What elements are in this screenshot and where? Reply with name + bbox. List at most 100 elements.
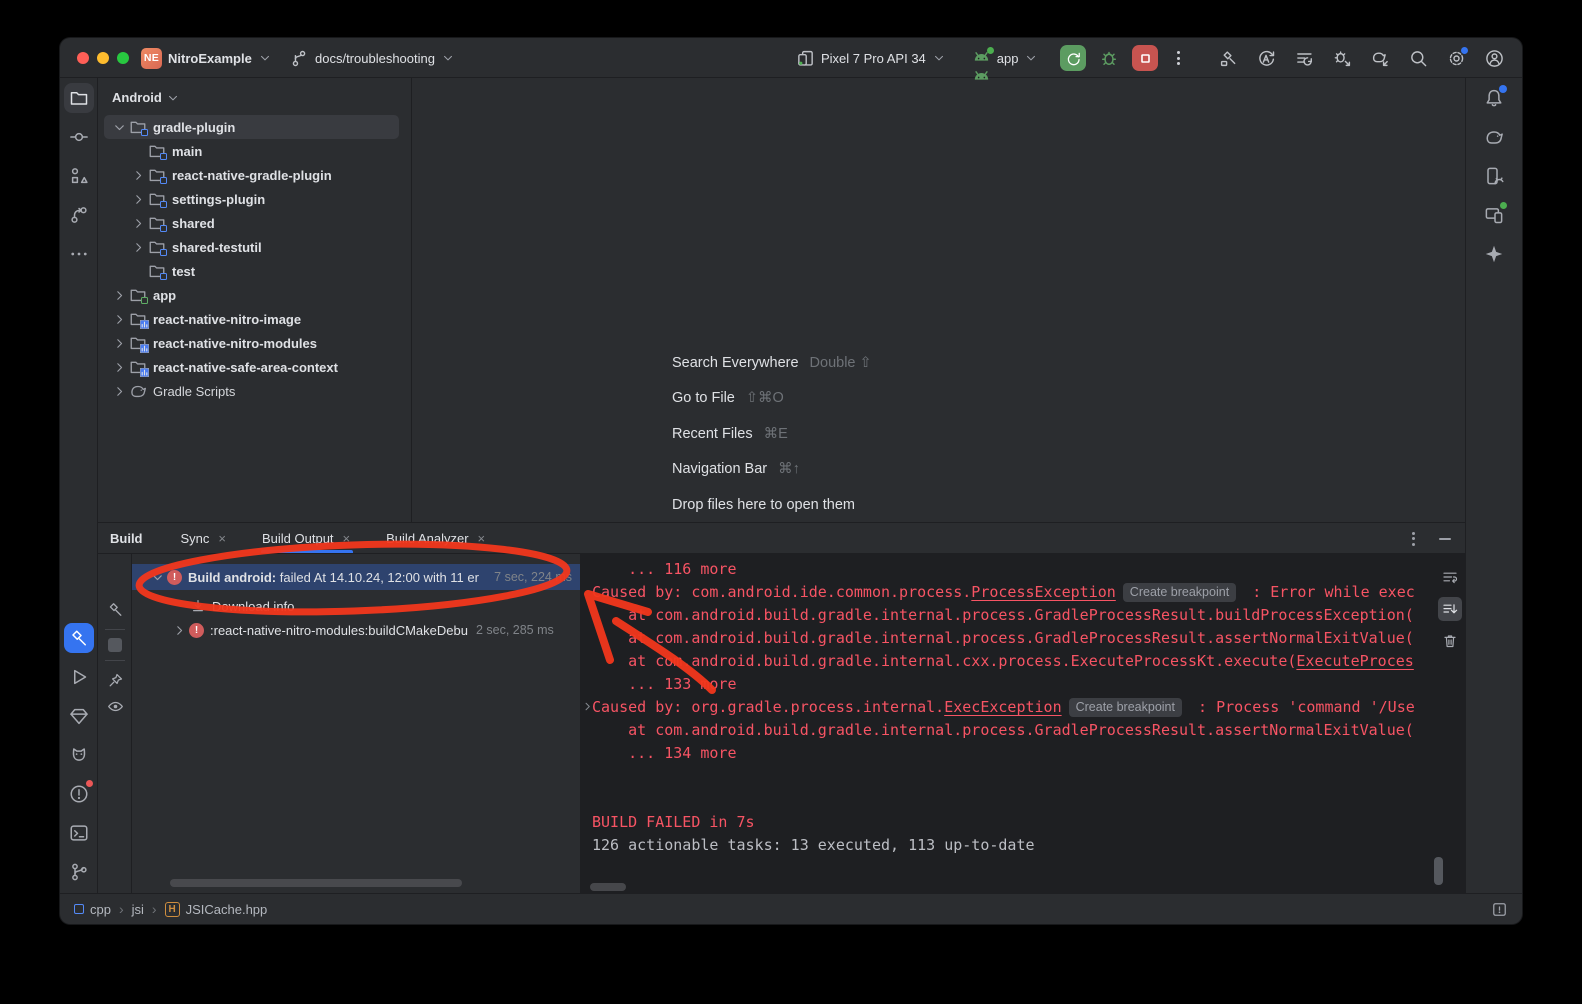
tool-stripe-version-control-icon[interactable] bbox=[64, 857, 94, 887]
project-tree-item-react-native-safe-area-context[interactable]: react-native-safe-area-context bbox=[98, 355, 411, 379]
tab-sync[interactable]: Sync× bbox=[181, 523, 227, 553]
build-tree-row[interactable]: !:react-native-nitro-modules:buildCMakeD… bbox=[132, 618, 580, 642]
gradle-sync-icon[interactable] bbox=[1371, 49, 1390, 68]
project-widget[interactable]: NE NitroExample bbox=[141, 38, 272, 78]
project-tree-item-gradle-plugin[interactable]: gradle-plugin bbox=[98, 115, 411, 139]
branch-widget[interactable]: docs/troubleshooting bbox=[290, 38, 455, 78]
breadcrumb-item[interactable]: cpp bbox=[74, 902, 111, 917]
stop-build-icon[interactable] bbox=[108, 638, 122, 652]
tool-stripe-gemini-icon[interactable] bbox=[1479, 239, 1509, 269]
build-tree-row[interactable]: !Build android: failed At 14.10.24, 12:0… bbox=[132, 564, 580, 590]
project-tree-item-test[interactable]: test bbox=[98, 259, 411, 283]
project-tree-item-shared-testutil[interactable]: shared-testutil bbox=[98, 235, 411, 259]
breadcrumb-label: cpp bbox=[90, 902, 111, 917]
chevron-right-icon[interactable] bbox=[112, 335, 129, 351]
chevron-right-icon[interactable] bbox=[131, 167, 148, 183]
tool-stripe-run-icon[interactable] bbox=[64, 662, 94, 692]
tool-stripe-build-icon[interactable] bbox=[64, 623, 94, 653]
fold-chevron-icon[interactable] bbox=[581, 700, 594, 713]
breadcrumb-item[interactable]: jsi bbox=[132, 902, 144, 917]
tool-stripe-device-manager-icon[interactable] bbox=[1479, 161, 1509, 191]
breadcrumb-item[interactable]: HJSICache.hpp bbox=[165, 902, 268, 917]
screenshot-root: NE NitroExample docs/troubleshooting Pix… bbox=[0, 0, 1582, 1004]
project-tree-item-shared[interactable]: shared bbox=[98, 211, 411, 235]
create-breakpoint-badge[interactable]: Create breakpoint bbox=[1123, 583, 1236, 602]
account-icon[interactable] bbox=[1485, 49, 1504, 68]
tool-stripe-terminal-icon[interactable] bbox=[64, 818, 94, 848]
exception-link[interactable]: ExecException bbox=[944, 698, 1061, 716]
scroll-to-end-icon[interactable] bbox=[1438, 597, 1462, 621]
console-text: : Error while exec bbox=[1243, 583, 1415, 601]
git-branch-icon bbox=[290, 49, 309, 68]
tool-stripe-running-devices-icon[interactable] bbox=[1479, 200, 1509, 230]
chevron-right-icon[interactable] bbox=[172, 623, 189, 638]
project-tree-item-settings-plugin[interactable]: settings-plugin bbox=[98, 187, 411, 211]
more-actions-icon[interactable] bbox=[1173, 47, 1184, 69]
view-options-icon[interactable] bbox=[102, 693, 128, 719]
close-button[interactable] bbox=[77, 52, 89, 64]
project-view-selector[interactable]: Android bbox=[98, 78, 411, 115]
vertical-scrollbar[interactable] bbox=[1434, 857, 1443, 885]
restart-build-icon[interactable] bbox=[102, 596, 128, 622]
project-tree-item-react-native-nitro-modules[interactable]: react-native-nitro-modules bbox=[98, 331, 411, 355]
close-tab-icon[interactable]: × bbox=[218, 532, 226, 545]
rerun-tasks-icon[interactable] bbox=[1295, 49, 1314, 68]
build-tree-label: :react-native-nitro-modules:buildCMakeDe… bbox=[210, 623, 468, 638]
build-project-icon[interactable] bbox=[1219, 49, 1238, 68]
project-tree-item-gradle-scripts[interactable]: Gradle Scripts bbox=[98, 379, 411, 403]
tool-stripe-gradle-icon[interactable] bbox=[1479, 122, 1509, 152]
tool-stripe-logcat-icon[interactable] bbox=[64, 740, 94, 770]
pin-tab-icon[interactable] bbox=[102, 667, 128, 693]
chevron-right-icon[interactable] bbox=[131, 191, 148, 207]
search-icon[interactable] bbox=[1409, 49, 1428, 68]
report-icon[interactable] bbox=[1491, 894, 1508, 924]
shortcut-keys: Double ⇧ bbox=[810, 355, 872, 371]
hide-tool-window-icon[interactable] bbox=[1439, 538, 1451, 540]
close-tab-icon[interactable]: × bbox=[343, 532, 351, 545]
exception-link[interactable]: ExecuteProces bbox=[1296, 652, 1413, 670]
chevron-right-icon[interactable] bbox=[112, 359, 129, 375]
run-config-selector[interactable]: app bbox=[972, 38, 1039, 78]
tool-stripe-app-quality-insights-icon[interactable] bbox=[64, 701, 94, 731]
attach-debugger-icon[interactable] bbox=[1333, 49, 1352, 68]
stop-button[interactable] bbox=[1132, 45, 1158, 71]
tool-stripe-commit-icon[interactable] bbox=[64, 122, 94, 152]
clear-all-icon[interactable] bbox=[1438, 629, 1462, 653]
create-breakpoint-badge[interactable]: Create breakpoint bbox=[1069, 698, 1182, 717]
maximize-button[interactable] bbox=[117, 52, 129, 64]
tool-stripe-structure-icon[interactable] bbox=[64, 161, 94, 191]
tool-stripe-project-icon[interactable] bbox=[64, 83, 94, 113]
tool-stripe-notifications-icon[interactable] bbox=[1479, 83, 1509, 113]
minimize-button[interactable] bbox=[97, 52, 109, 64]
project-tree-item-app[interactable]: app bbox=[98, 283, 411, 307]
chevron-right-icon[interactable] bbox=[112, 311, 129, 327]
shortcut-action: Go to File bbox=[672, 390, 735, 406]
tool-stripe-pull-requests-icon[interactable] bbox=[64, 200, 94, 230]
device-selector[interactable]: Pixel 7 Pro API 34 bbox=[796, 38, 946, 78]
project-tree-item-main[interactable]: main bbox=[98, 139, 411, 163]
close-tab-icon[interactable]: × bbox=[478, 532, 486, 545]
build-tree-row[interactable]: Download info bbox=[132, 594, 580, 618]
build-console: ... 116 moreCaused by: com.android.ide.c… bbox=[580, 554, 1465, 893]
chevron-down-icon[interactable] bbox=[150, 570, 167, 585]
apply-changes-icon[interactable] bbox=[1257, 49, 1276, 68]
debug-button[interactable] bbox=[1099, 48, 1119, 68]
chevron-right-icon[interactable] bbox=[112, 383, 129, 399]
build-options-icon[interactable] bbox=[1408, 528, 1419, 550]
horizontal-scrollbar[interactable] bbox=[170, 879, 462, 887]
rerun-button[interactable] bbox=[1060, 45, 1086, 71]
soft-wrap-icon[interactable] bbox=[1438, 565, 1462, 589]
exception-link[interactable]: ProcessException bbox=[971, 583, 1116, 601]
tab-build-output[interactable]: Build Output× bbox=[262, 523, 350, 553]
project-tree-item-react-native-nitro-image[interactable]: react-native-nitro-image bbox=[98, 307, 411, 331]
tool-stripe-more-tool-windows-icon[interactable] bbox=[64, 239, 94, 269]
horizontal-scrollbar[interactable] bbox=[590, 883, 626, 891]
chevron-right-icon[interactable] bbox=[131, 215, 148, 231]
chevron-down-icon[interactable] bbox=[112, 119, 129, 135]
tab-build-analyzer[interactable]: Build Analyzer× bbox=[386, 523, 485, 553]
chevron-right-icon[interactable] bbox=[112, 287, 129, 303]
project-tree-item-react-native-gradle-plugin[interactable]: react-native-gradle-plugin bbox=[98, 163, 411, 187]
settings-icon[interactable] bbox=[1447, 49, 1466, 68]
tool-stripe-problems-icon[interactable] bbox=[64, 779, 94, 809]
chevron-right-icon[interactable] bbox=[131, 239, 148, 255]
